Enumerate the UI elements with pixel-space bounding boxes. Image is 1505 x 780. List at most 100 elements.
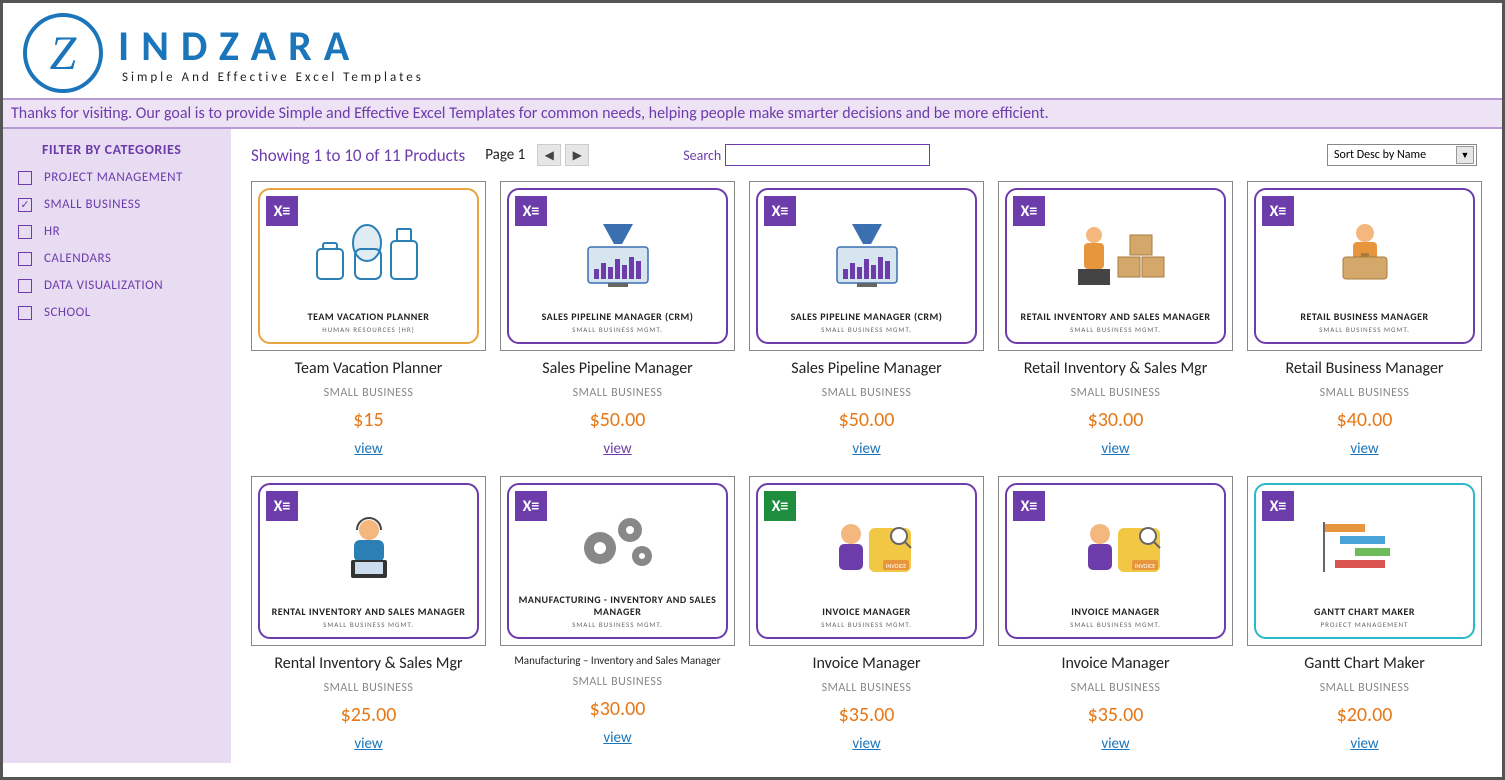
product-card: X≡RETAIL BUSINESS MANAGERSMALL BUSINESS … xyxy=(1247,181,1482,458)
view-link[interactable]: view xyxy=(1101,735,1129,753)
product-category: SMALL BUSINESS xyxy=(822,681,912,695)
product-price: $35.00 xyxy=(839,703,895,727)
thumbnail-art: INVOICE xyxy=(766,491,967,606)
thumbnail-title: INVOICE MANAGER xyxy=(1071,606,1160,618)
main-area: Showing 1 to 10 of 11 Products Page 1 ◀ … xyxy=(231,129,1502,763)
product-title: Team Vacation Planner xyxy=(295,359,443,378)
next-page-button[interactable]: ▶ xyxy=(565,144,589,166)
product-category: SMALL BUSINESS xyxy=(573,675,663,689)
product-card: X≡SALES PIPELINE MANAGER (CRM)SMALL BUSI… xyxy=(500,181,735,458)
view-link[interactable]: view xyxy=(1101,440,1129,458)
product-thumbnail[interactable]: X≡RETAIL INVENTORY AND SALES MANAGERSMAL… xyxy=(998,181,1233,351)
product-thumbnail[interactable]: X≡GANTT CHART MAKERPROJECT MANAGEMENT xyxy=(1247,476,1482,646)
product-category: SMALL BUSINESS xyxy=(1071,386,1161,400)
checkbox-icon xyxy=(18,279,32,293)
product-thumbnail[interactable]: X≡RETAIL BUSINESS MANAGERSMALL BUSINESS … xyxy=(1247,181,1482,351)
filter-label: SMALL BUSINESS xyxy=(44,197,141,212)
product-category: SMALL BUSINESS xyxy=(1320,681,1410,695)
thumbnail-subtitle: HUMAN RESOURCES (HR) xyxy=(322,325,415,334)
filter-item[interactable]: HR xyxy=(18,224,216,239)
excel-badge-icon: X≡ xyxy=(266,491,298,521)
checkbox-icon xyxy=(18,225,32,239)
thumbnail-title: MANUFACTURING - INVENTORY AND SALES MANA… xyxy=(517,594,718,618)
view-link[interactable]: view xyxy=(852,440,880,458)
view-link[interactable]: view xyxy=(354,440,382,458)
filter-label: CALENDARS xyxy=(44,251,111,266)
excel-badge-icon: X≡ xyxy=(764,196,796,226)
thumbnail-art: INVOICE xyxy=(1015,491,1216,606)
prev-page-button[interactable]: ◀ xyxy=(537,144,561,166)
product-card: X≡TEAM VACATION PLANNERHUMAN RESOURCES (… xyxy=(251,181,486,458)
thumbnail-subtitle: PROJECT MANAGEMENT xyxy=(1321,620,1409,629)
product-category: SMALL BUSINESS xyxy=(1071,681,1161,695)
view-link[interactable]: view xyxy=(1350,440,1378,458)
filter-item[interactable]: CALENDARS xyxy=(18,251,216,266)
thumbnail-title: TEAM VACATION PLANNER xyxy=(308,311,430,323)
thumbnail-art xyxy=(517,196,718,311)
product-price: $30.00 xyxy=(590,697,646,721)
filter-label: DATA VISUALIZATION xyxy=(44,278,163,293)
thumbnail-subtitle: SMALL BUSINESS MGMT. xyxy=(323,620,414,629)
checkbox-icon xyxy=(18,252,32,266)
product-thumbnail[interactable]: X≡TEAM VACATION PLANNERHUMAN RESOURCES (… xyxy=(251,181,486,351)
product-thumbnail[interactable]: X≡INVOICEINVOICE MANAGERSMALL BUSINESS M… xyxy=(749,476,984,646)
filter-label: PROJECT MANAGEMENT xyxy=(44,170,183,185)
thumbnail-subtitle: SMALL BUSINESS MGMT. xyxy=(1319,325,1410,334)
product-thumbnail[interactable]: X≡INVOICEINVOICE MANAGERSMALL BUSINESS M… xyxy=(998,476,1233,646)
header: Z INDZARA Simple And Effective Excel Tem… xyxy=(3,3,1502,98)
results-text: Showing 1 to 10 of 11 Products xyxy=(251,145,465,166)
product-category: SMALL BUSINESS xyxy=(324,681,414,695)
view-link[interactable]: view xyxy=(852,735,880,753)
view-link[interactable]: view xyxy=(354,735,382,753)
product-title: Gantt Chart Maker xyxy=(1304,654,1425,673)
product-category: SMALL BUSINESS xyxy=(324,386,414,400)
sidebar-title: FILTER BY CATEGORIES xyxy=(42,141,216,158)
product-card: X≡ SALES PIPELINE MANAGER (CRM) SMALL BUSI… xyxy=(749,181,984,458)
thumbnail-title: SALES PIPELINE MANAGER (CRM) xyxy=(791,311,943,323)
logo-icon: Z xyxy=(23,13,103,93)
thumbnail-art xyxy=(1264,196,1465,311)
product-price: $30.00 xyxy=(1088,408,1144,432)
thumbnail-subtitle: SMALL BUSINESS MGMT. xyxy=(821,325,912,334)
excel-badge-icon: X≡ xyxy=(1013,491,1045,521)
logo-sub: Simple And Effective Excel Templates xyxy=(122,70,424,85)
excel-badge-icon: X≡ xyxy=(764,491,796,521)
filter-item[interactable]: PROJECT MANAGEMENT xyxy=(18,170,216,185)
product-thumbnail[interactable]: X≡ SALES PIPELINE MANAGER (CRM) SMALL BUSI… xyxy=(749,181,984,351)
product-thumbnail[interactable]: X≡RENTAL INVENTORY AND SALES MANAGERSMAL… xyxy=(251,476,486,646)
checkbox-icon xyxy=(18,306,32,320)
product-title: Sales Pipeline Manager xyxy=(542,359,693,378)
thumbnail-art xyxy=(766,196,967,311)
filter-item[interactable]: DATA VISUALIZATION xyxy=(18,278,216,293)
filter-label: HR xyxy=(44,224,60,239)
product-card: X≡RENTAL INVENTORY AND SALES MANAGERSMAL… xyxy=(251,476,486,753)
excel-badge-icon: X≡ xyxy=(1262,196,1294,226)
product-card: X≡MANUFACTURING - INVENTORY AND SALES MA… xyxy=(500,476,735,753)
view-link[interactable]: view xyxy=(603,729,631,747)
view-link[interactable]: view xyxy=(603,440,631,458)
product-price: $50.00 xyxy=(590,408,646,432)
filter-item[interactable]: SCHOOL xyxy=(18,305,216,320)
thumbnail-subtitle: SMALL BUSINESS MGMT. xyxy=(572,325,663,334)
thumbnail-subtitle: SMALL BUSINESS MGMT. xyxy=(1070,325,1161,334)
product-price: $25.00 xyxy=(341,703,397,727)
product-card: X≡GANTT CHART MAKERPROJECT MANAGEMENT Gan… xyxy=(1247,476,1482,753)
sort-dropdown[interactable]: Sort Desc by Name ▼ xyxy=(1327,144,1477,166)
filter-item[interactable]: ✓SMALL BUSINESS xyxy=(18,197,216,212)
product-thumbnail[interactable]: X≡MANUFACTURING - INVENTORY AND SALES MA… xyxy=(500,476,735,646)
thumbnail-art xyxy=(1264,491,1465,606)
logo-text: INDZARA Simple And Effective Excel Templ… xyxy=(118,21,424,85)
excel-badge-icon: X≡ xyxy=(1262,491,1294,521)
product-card: X≡RETAIL INVENTORY AND SALES MANAGERSMAL… xyxy=(998,181,1233,458)
search-label: Search xyxy=(683,147,721,164)
view-link[interactable]: view xyxy=(1350,735,1378,753)
svg-text:INVOICE: INVOICE xyxy=(1134,562,1154,570)
search-input[interactable] xyxy=(725,144,930,166)
product-title: Manufacturing – Inventory and Sales Mana… xyxy=(514,654,720,667)
thumbnail-title: RETAIL INVENTORY AND SALES MANAGER xyxy=(1021,311,1211,323)
product-thumbnail[interactable]: X≡SALES PIPELINE MANAGER (CRM)SMALL BUSI… xyxy=(500,181,735,351)
product-price: $15 xyxy=(353,408,383,432)
product-price: $40.00 xyxy=(1337,408,1393,432)
product-title: Retail Business Manager xyxy=(1286,359,1444,378)
product-title: Invoice Manager xyxy=(812,654,920,673)
